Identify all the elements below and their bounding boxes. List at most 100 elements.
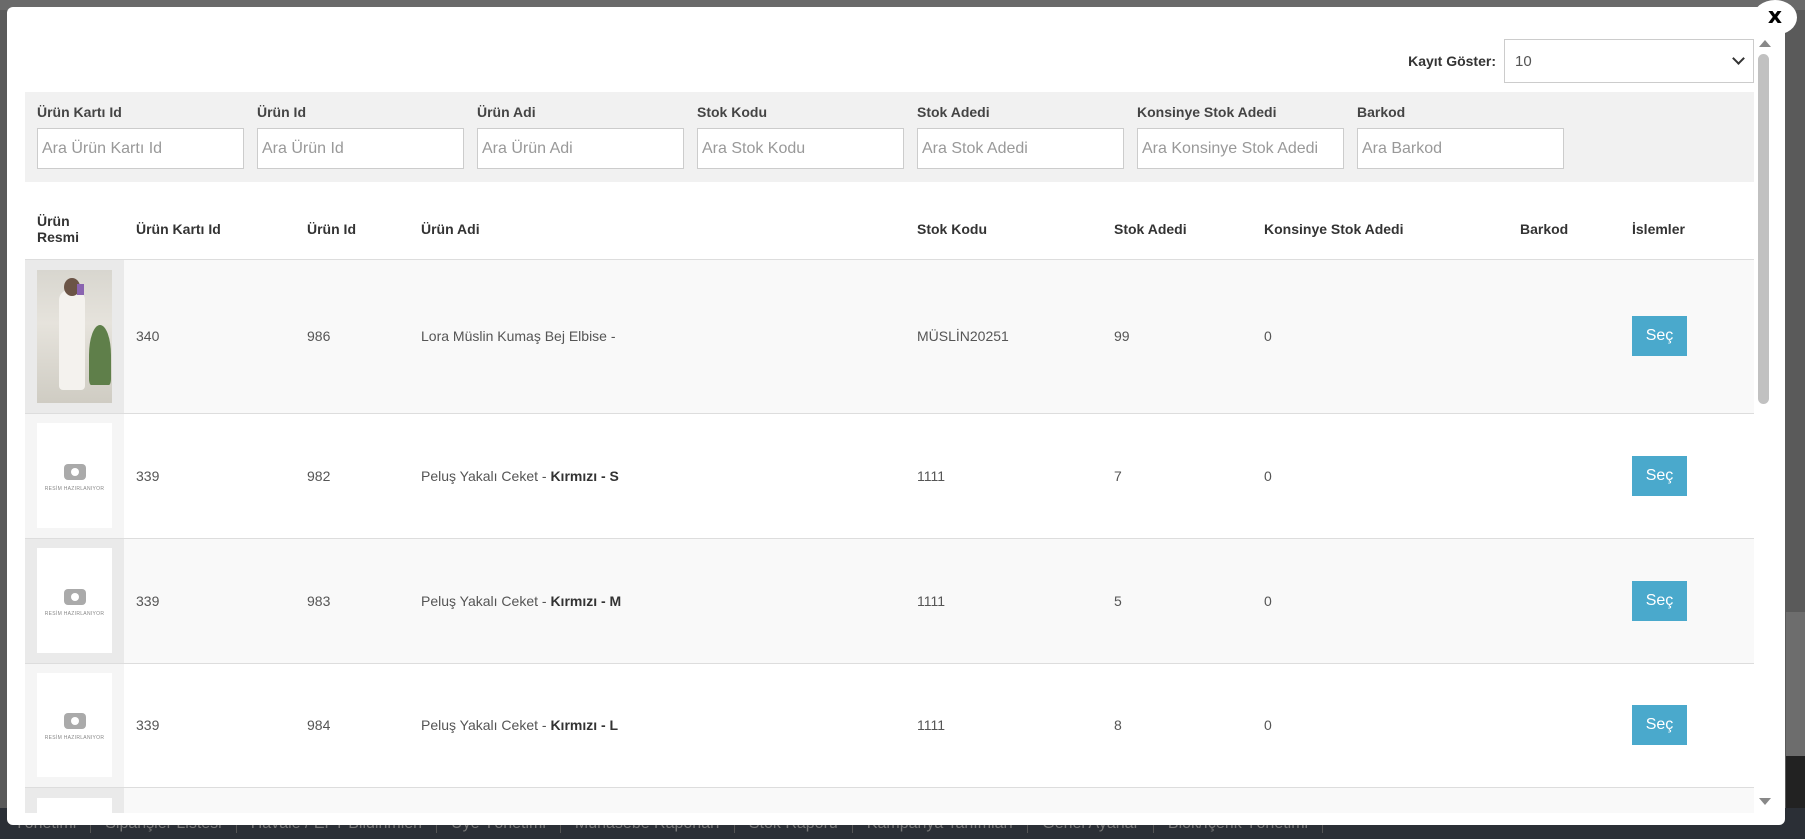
placeholder-text: RESİM HAZIRLANIYOR	[44, 485, 105, 492]
product-variant: Kırmızı - S	[550, 467, 619, 484]
cell-stok-kodu: MÜSLİN20251	[905, 259, 1102, 414]
placeholder-text: RESİM HAZIRLANIYOR	[44, 610, 105, 617]
records-per-page-value: 10	[1515, 52, 1532, 70]
image-placeholder	[37, 797, 112, 813]
product-name: Peluş Yakalı Ceket -	[421, 467, 547, 484]
records-per-page-label: Kayıt Göster:	[1408, 53, 1496, 69]
select-button[interactable]: Seç	[1632, 580, 1687, 621]
cell-islemler: Seç	[1620, 663, 1754, 788]
cell-urun-karti-id: 339	[124, 413, 295, 539]
cell-barkod	[1508, 413, 1620, 539]
cell-barkod	[1508, 259, 1620, 414]
records-per-page: Kayıt Göster: 10	[1408, 39, 1754, 83]
cell-konsinye-stok-adedi: 0	[1252, 663, 1508, 788]
search-input-urun-adi[interactable]: Ara Ürün Adi	[477, 128, 684, 169]
product-image-cell: RESİM HAZIRLANIYOR	[25, 663, 124, 788]
cell-urun-adi: Peluş Yakalı Ceket - Kırmızı - L	[409, 663, 905, 788]
cell-barkod	[1508, 538, 1620, 664]
filter-stok-kodu: Stok Kodu Ara Stok Kodu	[697, 104, 904, 169]
scroll-down-arrow-icon[interactable]	[1759, 798, 1771, 805]
cell-konsinye-stok-adedi: 0	[1252, 538, 1508, 664]
camera-icon	[63, 713, 86, 729]
records-per-page-select[interactable]: 10	[1504, 39, 1754, 83]
filter-barkod: Barkod Ara Barkod	[1357, 104, 1564, 169]
cell-urun-adi: Lora Müslin Kumaş Bej Elbise -	[409, 259, 905, 414]
search-input-konsinye-stok-adedi[interactable]: Ara Konsinye Stok Adedi	[1137, 128, 1344, 169]
product-variant: Kırmızı - M	[550, 592, 622, 609]
filter-label: Stok Kodu	[697, 104, 767, 120]
cell-islemler: Seç	[1620, 413, 1754, 539]
filter-urun-id: Ürün Id Ara Ürün Id	[257, 104, 464, 169]
select-button[interactable]: Seç	[1632, 705, 1687, 745]
search-input-barkod[interactable]: Ara Barkod	[1357, 128, 1564, 169]
search-input-urun-id[interactable]: Ara Ürün Id	[257, 128, 464, 169]
table-row: RESİM HAZIRLANIYOR 339 983 Peluş Yakalı …	[25, 538, 1754, 664]
cell-urun-karti-id: 340	[124, 259, 295, 414]
product-name: Peluş Yakalı Ceket -	[421, 592, 547, 609]
filter-label: Konsinye Stok Adedi	[1137, 104, 1277, 120]
select-button[interactable]: Seç	[1632, 455, 1687, 496]
product-image-cell	[25, 259, 124, 414]
product-image-cell: RESİM HAZIRLANIYOR	[25, 413, 124, 539]
product-image-cell: RESİM HAZIRLANIYOR	[25, 538, 124, 664]
cell-stok-adedi: 8	[1102, 663, 1252, 788]
scrollbar-thumb[interactable]	[1758, 54, 1769, 404]
column-header-urun-id[interactable]: Ürün Id	[295, 199, 409, 260]
products-table: Ürün Resmi Ürün Kartı Id Ürün Id Ürün Ad…	[25, 199, 1754, 813]
select-button[interactable]: Seç	[1632, 316, 1687, 356]
search-input-stok-kodu[interactable]: Ara Stok Kodu	[697, 128, 904, 169]
cell-urun-id: 983	[295, 538, 409, 664]
search-input-stok-adedi[interactable]: Ara Stok Adedi	[917, 128, 1124, 169]
cell-urun-karti-id: 339	[124, 538, 295, 664]
search-input-urun-karti-id[interactable]: Ara Ürün Kartı Id	[37, 128, 244, 169]
column-header-urun-adi[interactable]: Ürün Adi	[409, 199, 905, 260]
cell-stok-kodu: 1111	[905, 663, 1102, 788]
table-row: 340 986 Lora Müslin Kumaş Bej Elbise - M…	[25, 259, 1754, 414]
cell-urun-id: 986	[295, 259, 409, 414]
filter-label: Ürün Adi	[477, 104, 536, 120]
column-header-urun-resmi[interactable]: Ürün Resmi	[25, 199, 124, 260]
filter-label: Ürün Kartı Id	[37, 104, 122, 120]
column-header-barkod[interactable]: Barkod	[1508, 199, 1620, 260]
chevron-down-icon	[1732, 52, 1745, 65]
cell-urun-id: 982	[295, 413, 409, 539]
product-image-cell	[25, 787, 124, 813]
cell-stok-kodu: 1111	[905, 538, 1102, 664]
filter-urun-karti-id: Ürün Kartı Id Ara Ürün Kartı Id	[37, 104, 244, 169]
table-row: RESİM HAZIRLANIYOR 339 984 Peluş Yakalı …	[25, 663, 1754, 788]
column-header-konsinye-stok-adedi[interactable]: Konsinye Stok Adedi	[1252, 199, 1508, 260]
table-row	[25, 787, 1754, 813]
placeholder-text: RESİM HAZIRLANIYOR	[44, 735, 105, 741]
product-variant: Kırmızı - L	[550, 717, 619, 733]
filter-label: Stok Adedi	[917, 104, 990, 120]
image-placeholder: RESİM HAZIRLANIYOR	[37, 548, 112, 653]
column-header-urun-karti-id[interactable]: Ürün Kartı Id	[124, 199, 295, 260]
column-header-stok-kodu[interactable]: Stok Kodu	[905, 199, 1102, 260]
cell-konsinye-stok-adedi: 0	[1252, 413, 1508, 539]
cell-islemler: Seç	[1620, 259, 1754, 414]
filter-bar: Ürün Kartı Id Ara Ürün Kartı Id Ürün Id …	[25, 92, 1754, 182]
filter-stok-adedi: Stok Adedi Ara Stok Adedi	[917, 104, 1124, 169]
filter-konsinye-stok-adedi: Konsinye Stok Adedi Ara Konsinye Stok Ad…	[1137, 104, 1344, 169]
cell-urun-adi: Peluş Yakalı Ceket - Kırmızı - S	[409, 413, 905, 539]
phone-shape	[77, 283, 84, 295]
cell-konsinye-stok-adedi: 0	[1252, 259, 1508, 414]
table-header-row: Ürün Resmi Ürün Kartı Id Ürün Id Ürün Ad…	[25, 199, 1754, 260]
camera-icon	[63, 588, 86, 605]
dress-figure	[59, 289, 85, 390]
cell-urun-id: 984	[295, 663, 409, 788]
product-name: Peluş Yakalı Ceket -	[421, 717, 547, 733]
cell-islemler: Seç	[1620, 538, 1754, 664]
cell-urun-adi: Peluş Yakalı Ceket - Kırmızı - M	[409, 538, 905, 664]
camera-icon	[63, 463, 86, 480]
plant-decoration	[89, 324, 111, 385]
filter-label: Ürün Id	[257, 104, 306, 120]
close-modal-button[interactable]: x	[1753, 0, 1797, 35]
column-header-stok-adedi[interactable]: Stok Adedi	[1102, 199, 1252, 260]
cell-stok-adedi: 99	[1102, 259, 1252, 414]
scroll-up-arrow-icon[interactable]	[1759, 40, 1771, 47]
filter-label: Barkod	[1357, 104, 1406, 120]
table-row: RESİM HAZIRLANIYOR 339 982 Peluş Yakalı …	[25, 413, 1754, 539]
background-panel-dark	[1786, 756, 1805, 808]
filter-urun-adi: Ürün Adi Ara Ürün Adi	[477, 104, 684, 169]
